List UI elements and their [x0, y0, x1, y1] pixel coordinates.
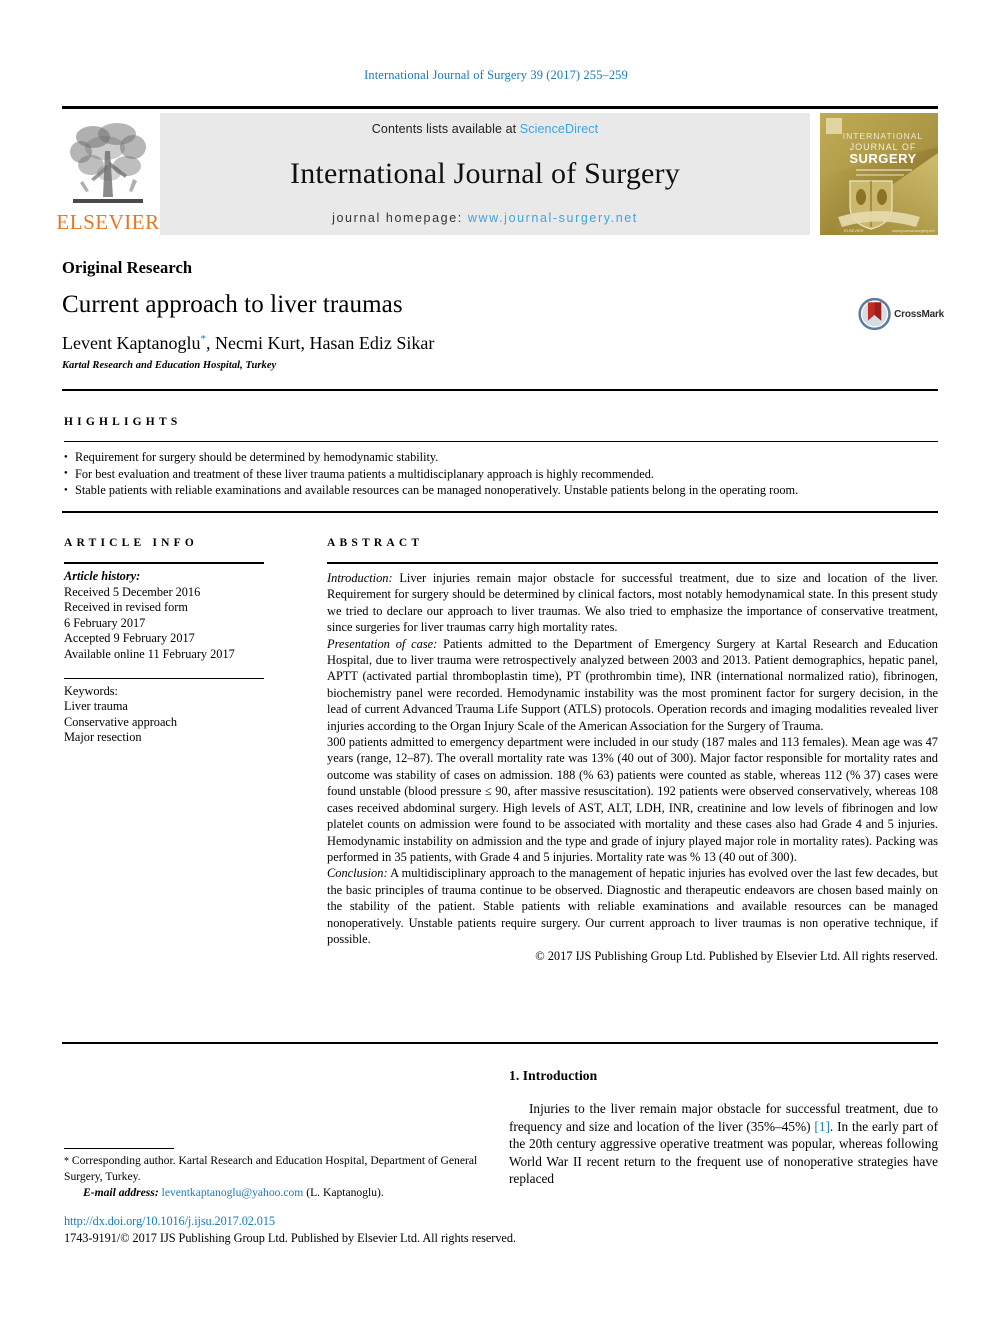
svg-text:ELSEVIER: ELSEVIER [844, 228, 864, 233]
abstract-copyright: © 2017 IJS Publishing Group Ltd. Publish… [535, 949, 938, 964]
contents-available-line: Contents lists available at ScienceDirec… [372, 122, 598, 136]
introduction-heading: 1. Introduction [509, 1068, 598, 1083]
history-line: 6 February 2017 [64, 615, 146, 630]
footnote-block: * Corresponding author. Kartal Research … [64, 1148, 494, 1200]
abstract-conclusion-body: A multidisciplinary approach to the mana… [327, 866, 938, 946]
affiliation: Kartal Research and Education Hospital, … [62, 360, 277, 371]
doi-block: http://dx.doi.org/10.1016/j.ijsu.2017.02… [64, 1214, 664, 1246]
list-item: Requirement for surgery should be determ… [64, 449, 938, 466]
history-line: Available online 11 February 2017 [64, 646, 235, 661]
cover-footer-url: www.journal-surgery.net [892, 228, 935, 233]
sciencedirect-link[interactable]: ScienceDirect [520, 122, 598, 136]
journal-title: International Journal of Surgery [290, 156, 680, 190]
abstract-introduction-body: Liver injuries remain major obstacle for… [327, 571, 938, 635]
highlights-list: Requirement for surgery should be determ… [64, 449, 938, 499]
author-primary: Levent Kaptanoglu [62, 333, 201, 353]
corresponding-author-text: Corresponding author. Kartal Research an… [64, 1154, 478, 1183]
corresponding-author-note: * Corresponding author. Kartal Research … [64, 1153, 494, 1184]
introduction-paragraph: Injuries to the liver remain major obsta… [509, 1100, 938, 1188]
email-note: E-mail address: leventkaptanoglu@yahoo.c… [64, 1185, 494, 1200]
article-info-divider [64, 677, 264, 679]
svg-text:INTERNATIONAL: INTERNATIONAL [843, 131, 923, 141]
article-info-under-rule [64, 562, 264, 564]
reference-link-1[interactable]: [1] [814, 1119, 830, 1134]
abstract-top-rule [62, 511, 938, 513]
crossmark-label: CrossMark [894, 308, 944, 320]
issn-copyright-line: 1743-9191/© 2017 IJS Publishing Group Lt… [64, 1231, 516, 1245]
contents-prefix: Contents lists available at [371, 122, 520, 136]
page-title: Current approach to liver traumas [62, 291, 403, 318]
keywords-block: Keywords: Liver trauma Conservative appr… [64, 684, 264, 746]
elsevier-wordmark: ELSEVIER [56, 210, 160, 234]
running-head: International Journal of Surgery 39 (201… [364, 68, 628, 82]
history-line: Received in revised form [64, 600, 188, 615]
email-label: E-mail address: [83, 1186, 159, 1199]
article-history-label: Article history: [64, 569, 141, 583]
email-link[interactable]: leventkaptanoglu@yahoo.com [162, 1186, 304, 1199]
list-item: For best evaluation and treatment of the… [64, 465, 938, 483]
abstract-paragraph-conclusion: Conclusion: A multidisciplinary approach… [327, 865, 938, 947]
abstract-column: ABSTRACT Introduction: Liver injuries re… [327, 537, 938, 965]
introduction-section: 1. Introduction Injuries to the liver re… [509, 1068, 938, 1188]
body-top-rule [62, 1042, 938, 1044]
journal-masthead: ELSEVIER Contents lists available at Sci… [56, 106, 938, 235]
homepage-link[interactable]: www.journal-surgery.net [468, 211, 638, 225]
footnote-divider [64, 1148, 174, 1149]
abstract-label-presentation: Presentation of case: [327, 636, 438, 651]
homepage-prefix: journal homepage: [332, 211, 468, 225]
doi-link[interactable]: http://dx.doi.org/10.1016/j.ijsu.2017.02… [64, 1214, 664, 1229]
author-others: , Necmi Kurt, Hasan Ediz Sikar [205, 333, 435, 353]
paper-page: International Journal of Surgery 39 (201… [0, 0, 992, 1323]
abstract-presentation-body: Patients admitted to the Department of E… [327, 636, 939, 733]
journal-cover-thumbnail: INTERNATIONAL JOURNAL OF SURGERY ELSEVIE… [820, 113, 938, 235]
highlights-under-rule [64, 441, 938, 442]
crossmark-icon [858, 297, 891, 331]
keyword: Liver trauma [64, 699, 128, 714]
abstract-label-conclusion: Conclusion: [327, 866, 388, 881]
abstract-text: Introduction: Liver injuries remain majo… [327, 570, 938, 965]
highlights-top-rule [62, 389, 938, 391]
abstract-paragraph-presentation: Presentation of case: Patients admitted … [327, 636, 938, 734]
history-line: Accepted 9 February 2017 [64, 631, 195, 646]
article-info-column: ARTICLE INFO Article history: Received 5… [64, 537, 264, 746]
keywords-label: Keywords: [64, 683, 118, 698]
masthead-center-panel: Contents lists available at ScienceDirec… [160, 113, 810, 235]
keyword: Major resection [64, 730, 142, 745]
abstract-under-rule [327, 562, 938, 564]
crossmark-badge[interactable]: CrossMark [858, 292, 944, 336]
elsevier-logo: ELSEVIER [56, 113, 159, 235]
journal-cover-art: INTERNATIONAL JOURNAL OF SURGERY ELSEVIE… [820, 113, 938, 235]
article-info-heading: ARTICLE INFO [64, 537, 199, 549]
abstract-heading: ABSTRACT [327, 537, 424, 549]
svg-text:SURGERY: SURGERY [849, 151, 916, 166]
abstract-label-introduction: Introduction: [327, 571, 393, 585]
author-list: Levent Kaptanoglu*, Necmi Kurt, Hasan Ed… [62, 333, 938, 354]
elsevier-tree-icon [70, 123, 146, 203]
email-suffix: (L. Kaptanoglu). [303, 1186, 384, 1199]
highlights-heading: HIGHLIGHTS [64, 416, 182, 428]
masthead-top-rule [62, 106, 938, 109]
article-header: Original Research Current approach to li… [62, 258, 938, 371]
abstract-paragraph-introduction: Introduction: Liver injuries remain majo… [327, 570, 938, 636]
journal-homepage-line: journal homepage: www.journal-surgery.ne… [332, 211, 638, 225]
article-history-block: Article history: Received 5 December 201… [64, 569, 264, 663]
list-item: Stable patients with reliable examinatio… [64, 482, 938, 499]
article-type-kicker: Original Research [62, 258, 193, 277]
history-line: Received 5 December 2016 [64, 584, 201, 599]
keyword: Conservative approach [64, 714, 178, 729]
abstract-paragraph-results: 300 patients admitted to emergency depar… [327, 735, 938, 864]
